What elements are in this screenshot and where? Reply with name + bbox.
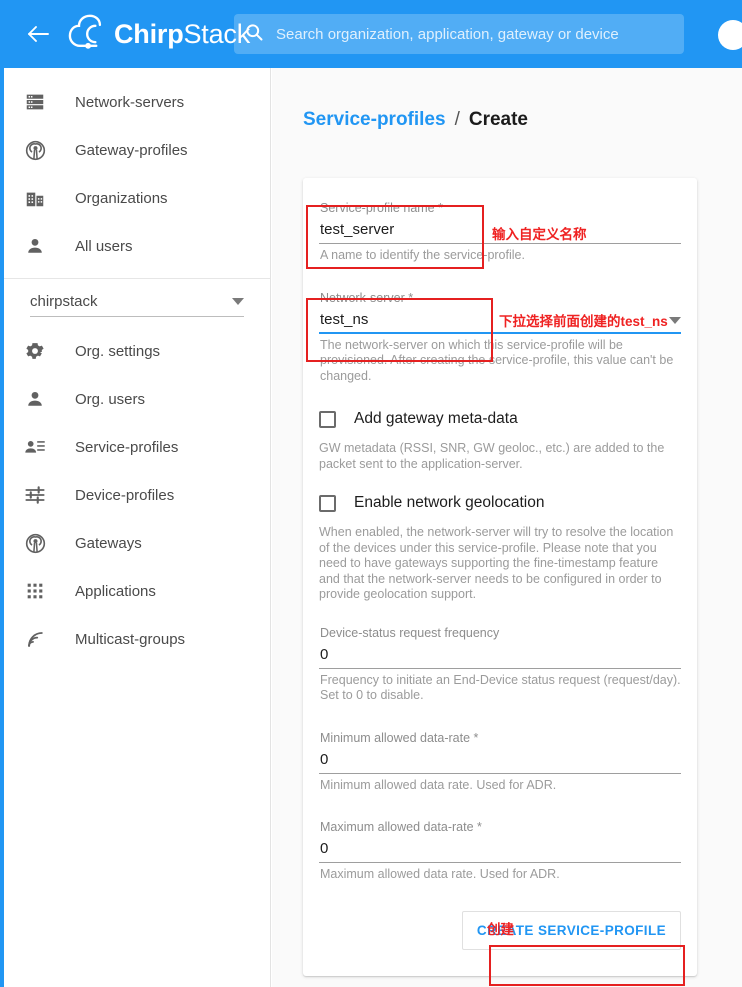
checkbox-hint: When enabled, the network-server will tr… <box>319 525 674 601</box>
organization-selector-wrap: chirpstack <box>4 279 270 317</box>
sidebar-item-organizations[interactable]: Organizations <box>4 174 270 222</box>
sidebar-item-gateways[interactable]: Gateways <box>4 519 270 567</box>
person-icon <box>22 386 48 412</box>
device-status-request-frequency-input[interactable]: 0 <box>319 641 681 669</box>
main-content: Service-profiles / Create Service-profil… <box>272 68 742 987</box>
sidebar-item-gateway-profiles[interactable]: Gateway-profiles <box>4 126 270 174</box>
sidebar-item-label: Device-profiles <box>75 486 175 504</box>
field-value: test_ns <box>320 310 369 328</box>
chevron-down-icon <box>232 298 244 305</box>
sidebar-item-label: Org. users <box>75 390 146 408</box>
field-label: Service-profile name * <box>320 201 443 215</box>
field-label: Maximum allowed data-rate * <box>320 820 482 834</box>
top-app-bar: ChirpStack <box>0 0 742 68</box>
gear-icon <box>22 338 48 364</box>
field-hint: A name to identify the service-profile. <box>320 248 525 262</box>
sidebar-item-all-users[interactable]: All users <box>4 222 270 270</box>
sidebar-item-service-profiles[interactable]: Service-profiles <box>4 423 270 471</box>
field-hint: Minimum allowed data rate. Used for ADR. <box>320 777 557 792</box>
checkbox-row-enable-network-geolocation[interactable]: Enable network geolocation <box>319 472 681 512</box>
rss-broadcast-icon <box>22 626 48 652</box>
maximum-allowed-data-rate-input[interactable]: 0 <box>319 835 681 863</box>
organization-select[interactable]: chirpstack <box>30 293 244 317</box>
field-value: 0 <box>320 750 329 768</box>
sidebar-org-section: Org. settings Org. users Service-profile… <box>4 317 270 663</box>
sidebar-item-label: Organizations <box>75 189 168 207</box>
service-profile-name-input[interactable]: test_server <box>319 216 681 244</box>
network-server-select[interactable]: test_ns <box>319 306 681 334</box>
sliders-icon <box>22 482 48 508</box>
field-network-server: Network-server * test_ns The network-ser… <box>319 290 681 385</box>
antenna-signal-icon <box>22 137 48 163</box>
field-label: Device-status request frequency <box>320 625 500 640</box>
breadcrumb: Service-profiles / Create <box>272 68 742 131</box>
field-hint: Frequency to initiate an End-Device stat… <box>320 672 681 703</box>
sidebar-item-label: Gateway-profiles <box>75 141 188 159</box>
chevron-down-icon <box>669 316 681 324</box>
enable-network-geolocation-checkbox[interactable] <box>319 494 336 512</box>
app-root: ChirpStack Network <box>0 0 742 987</box>
field-label: Network-server * <box>320 290 414 305</box>
sidebar-global-section: Network-servers Gateway-profiles Organiz… <box>4 68 270 270</box>
create-service-profile-button[interactable]: CREATE SERVICE-PROFILE <box>461 910 681 950</box>
checkbox-label: Add gateway meta-data <box>354 410 518 427</box>
person-list-icon <box>22 434 48 460</box>
breadcrumb-link-service-profiles[interactable]: Service-profiles <box>303 109 446 131</box>
search-icon <box>244 22 264 47</box>
sidebar: Network-servers Gateway-profiles Organiz… <box>4 68 271 987</box>
sidebar-item-label: Applications <box>75 582 156 600</box>
checkbox-row-add-gateway-meta-data[interactable]: Add gateway meta-data <box>319 388 681 428</box>
sidebar-item-label: Multicast-groups <box>75 630 186 648</box>
create-service-profile-card: Service-profile name * test_server A nam… <box>303 178 697 976</box>
antenna-signal-icon <box>22 530 48 556</box>
avatar[interactable] <box>718 20 742 50</box>
sidebar-item-label: Service-profiles <box>75 438 179 456</box>
search-input[interactable] <box>264 24 684 44</box>
person-icon <box>22 233 48 259</box>
global-search[interactable] <box>234 14 684 54</box>
sidebar-item-org-users[interactable]: Org. users <box>4 375 270 423</box>
field-maximum-allowed-data-rate: Maximum allowed data-rate * 0 Maximum al… <box>319 819 681 883</box>
brand-title: ChirpStack <box>114 18 250 49</box>
server-rack-icon <box>22 89 48 115</box>
field-minimum-allowed-data-rate: Minimum allowed data-rate * 0 Minimum al… <box>319 730 681 794</box>
field-label: Minimum allowed data-rate * <box>320 730 479 745</box>
sidebar-item-applications[interactable]: Applications <box>4 567 270 615</box>
sidebar-item-label: All users <box>75 237 133 255</box>
brand-title-bold: Chirp <box>114 18 184 49</box>
field-value: test_server <box>320 221 395 238</box>
minimum-allowed-data-rate-input[interactable]: 0 <box>319 746 681 774</box>
sidebar-item-label: Gateways <box>75 534 142 552</box>
breadcrumb-current: Create <box>468 109 529 130</box>
form-actions: CREATE SERVICE-PROFILE <box>319 887 681 950</box>
chirpstack-cloud-icon <box>67 14 111 54</box>
checkbox-hint: GW metadata (RSSI, SNR, GW geoloc., etc.… <box>319 441 665 471</box>
field-value: 0 <box>320 840 329 857</box>
add-gateway-meta-data-checkbox[interactable] <box>319 410 336 428</box>
field-value: 0 <box>320 645 329 663</box>
field-device-status-request-frequency: Device-status request frequency 0 Freque… <box>319 625 681 704</box>
field-hint: Maximum allowed data rate. Used for ADR. <box>320 867 560 881</box>
sidebar-item-label: Org. settings <box>75 342 161 360</box>
grid-dots-icon <box>22 578 48 604</box>
building-icon <box>22 185 48 211</box>
field-hint: The network-server on which this service… <box>320 337 674 383</box>
sidebar-item-device-profiles[interactable]: Device-profiles <box>4 471 270 519</box>
checkbox-label: Enable network geolocation <box>354 494 545 511</box>
field-service-profile-name: Service-profile name * test_server A nam… <box>319 200 681 264</box>
sidebar-item-network-servers[interactable]: Network-servers <box>4 78 270 126</box>
organization-select-value: chirpstack <box>30 293 98 310</box>
sidebar-item-multicast-groups[interactable]: Multicast-groups <box>4 615 270 663</box>
breadcrumb-separator: / <box>454 109 460 130</box>
brand-logo-group[interactable]: ChirpStack <box>67 14 250 54</box>
sidebar-item-org-settings[interactable]: Org. settings <box>4 327 270 375</box>
sidebar-item-label: Network-servers <box>75 93 185 111</box>
collapse-arrow-left-icon[interactable] <box>23 19 53 49</box>
